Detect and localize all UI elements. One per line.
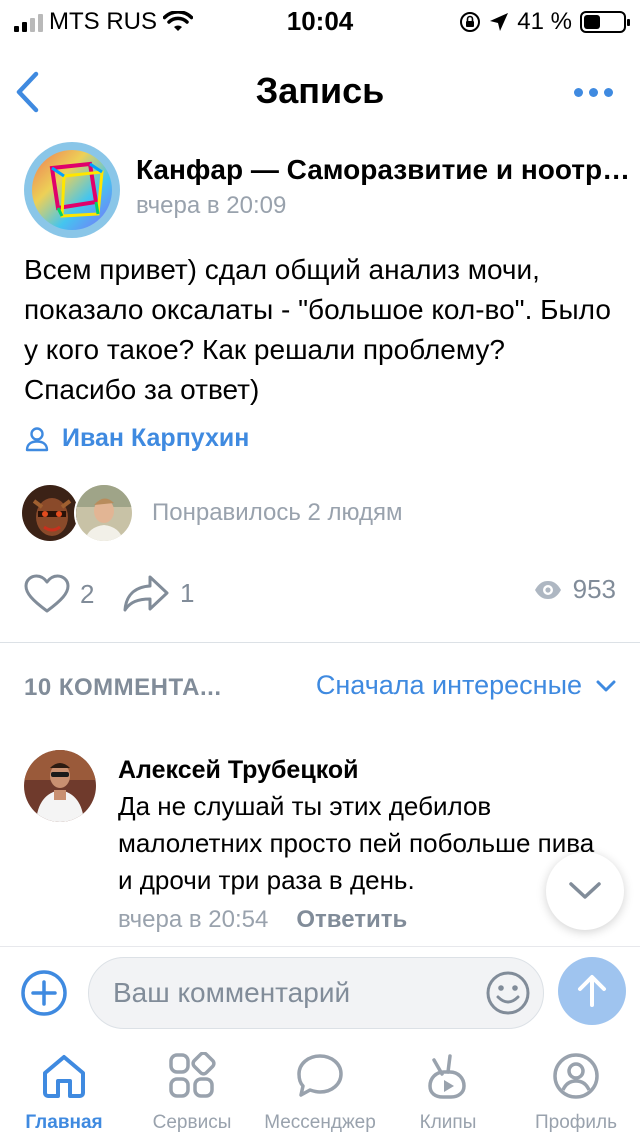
eye-icon xyxy=(534,580,561,599)
battery-percent: 41 % xyxy=(517,8,572,35)
more-button[interactable] xyxy=(574,82,614,102)
sort-label: Сначала интересные xyxy=(315,670,582,700)
reply-button[interactable]: Ответить xyxy=(296,906,407,934)
tab-profile[interactable]: Профиль xyxy=(512,1050,640,1134)
status-right: 41 % xyxy=(459,8,630,36)
group-name[interactable]: Канфар — Саморазвитие и ноотропы xyxy=(136,154,632,186)
post-author-name: Иван Карпухин xyxy=(62,424,250,452)
tab-messenger[interactable]: Мессенджер xyxy=(256,1050,384,1134)
tab-label: Мессенджер xyxy=(264,1112,376,1133)
comment-input[interactable] xyxy=(113,958,483,1028)
services-icon xyxy=(169,1052,216,1098)
group-avatar[interactable] xyxy=(24,142,120,238)
status-bar: MTS RUS 10:04 41 % xyxy=(0,0,640,40)
comment-item: Алексей Трубецкой Да не слушай ты этих д… xyxy=(24,748,624,938)
comment-author[interactable]: Алексей Трубецкой xyxy=(118,756,359,785)
smile-icon xyxy=(486,971,530,1015)
comment-composer xyxy=(0,946,640,1038)
chevron-down-icon xyxy=(569,882,601,899)
send-button[interactable] xyxy=(558,957,626,1025)
comments-sort-dropdown[interactable]: Сначала интересные xyxy=(316,670,616,701)
tab-clips[interactable]: Клипы xyxy=(384,1050,512,1134)
share-button[interactable]: 1 xyxy=(122,574,194,612)
home-icon xyxy=(43,1055,85,1098)
attach-button[interactable] xyxy=(20,969,68,1017)
views-counter: 953 xyxy=(533,574,616,605)
tab-label: Сервисы xyxy=(152,1112,232,1133)
post-actions: 2 1 953 xyxy=(24,574,616,624)
section-divider xyxy=(0,642,640,643)
user-icon xyxy=(25,426,49,451)
orientation-lock-icon xyxy=(460,12,481,32)
post-author-link[interactable]: Иван Карпухин xyxy=(24,424,249,453)
shares-count: 1 xyxy=(180,577,195,608)
profile-icon xyxy=(553,1053,599,1099)
post-header: Канфар — Саморазвитие и ноотропы вчера в… xyxy=(24,142,632,238)
chevron-down-icon xyxy=(596,680,616,691)
comment-meta: вчера в 20:54 Ответить xyxy=(118,906,407,934)
clips-icon xyxy=(428,1054,466,1099)
location-arrow-icon xyxy=(490,13,509,31)
tab-label: Профиль xyxy=(534,1112,618,1133)
tab-home[interactable]: Главная xyxy=(0,1050,128,1134)
battery-icon xyxy=(580,11,630,33)
comment-input-wrap xyxy=(88,957,544,1029)
page-title: Запись xyxy=(255,70,385,111)
nav-bar: Запись xyxy=(0,52,640,132)
likes-count: 2 xyxy=(80,578,95,609)
commenter-avatar[interactable] xyxy=(24,750,96,822)
liker-avatar xyxy=(74,483,134,543)
tab-bar: Главная Сервисы Мессенджер Клипы Профиль xyxy=(0,1040,640,1136)
comment-text: Да не слушай ты этих дебилов малолетних … xyxy=(118,791,595,895)
more-horizontal-icon xyxy=(574,87,583,97)
chat-bubble-icon xyxy=(297,1054,343,1097)
share-arrow-icon xyxy=(123,575,169,612)
heart-icon xyxy=(24,574,70,613)
add-circle-icon xyxy=(21,970,67,1016)
tab-services[interactable]: Сервисы xyxy=(128,1050,256,1134)
tab-label: Клипы xyxy=(419,1112,477,1133)
liker-avatar xyxy=(20,483,80,543)
scroll-down-button[interactable] xyxy=(546,852,624,930)
likers-text: Понравилось 2 людям xyxy=(152,499,403,526)
arrow-up-icon xyxy=(578,975,606,1007)
like-button[interactable]: 2 xyxy=(24,574,94,614)
likers-row[interactable]: Понравилось 2 людям xyxy=(20,482,403,544)
post-text: Всем привет) сдал общий анализ мочи, пок… xyxy=(24,254,611,405)
comments-header: 10 КОММЕНТА... Сначала интересные xyxy=(24,670,616,710)
comments-count: 10 КОММЕНТА... xyxy=(24,674,222,701)
views-count: 953 xyxy=(572,574,616,604)
post-timestamp: вчера в 20:09 xyxy=(136,192,287,219)
tab-label: Главная xyxy=(25,1112,103,1133)
comment-timestamp: вчера в 20:54 xyxy=(118,906,269,933)
emoji-button[interactable] xyxy=(485,970,531,1016)
